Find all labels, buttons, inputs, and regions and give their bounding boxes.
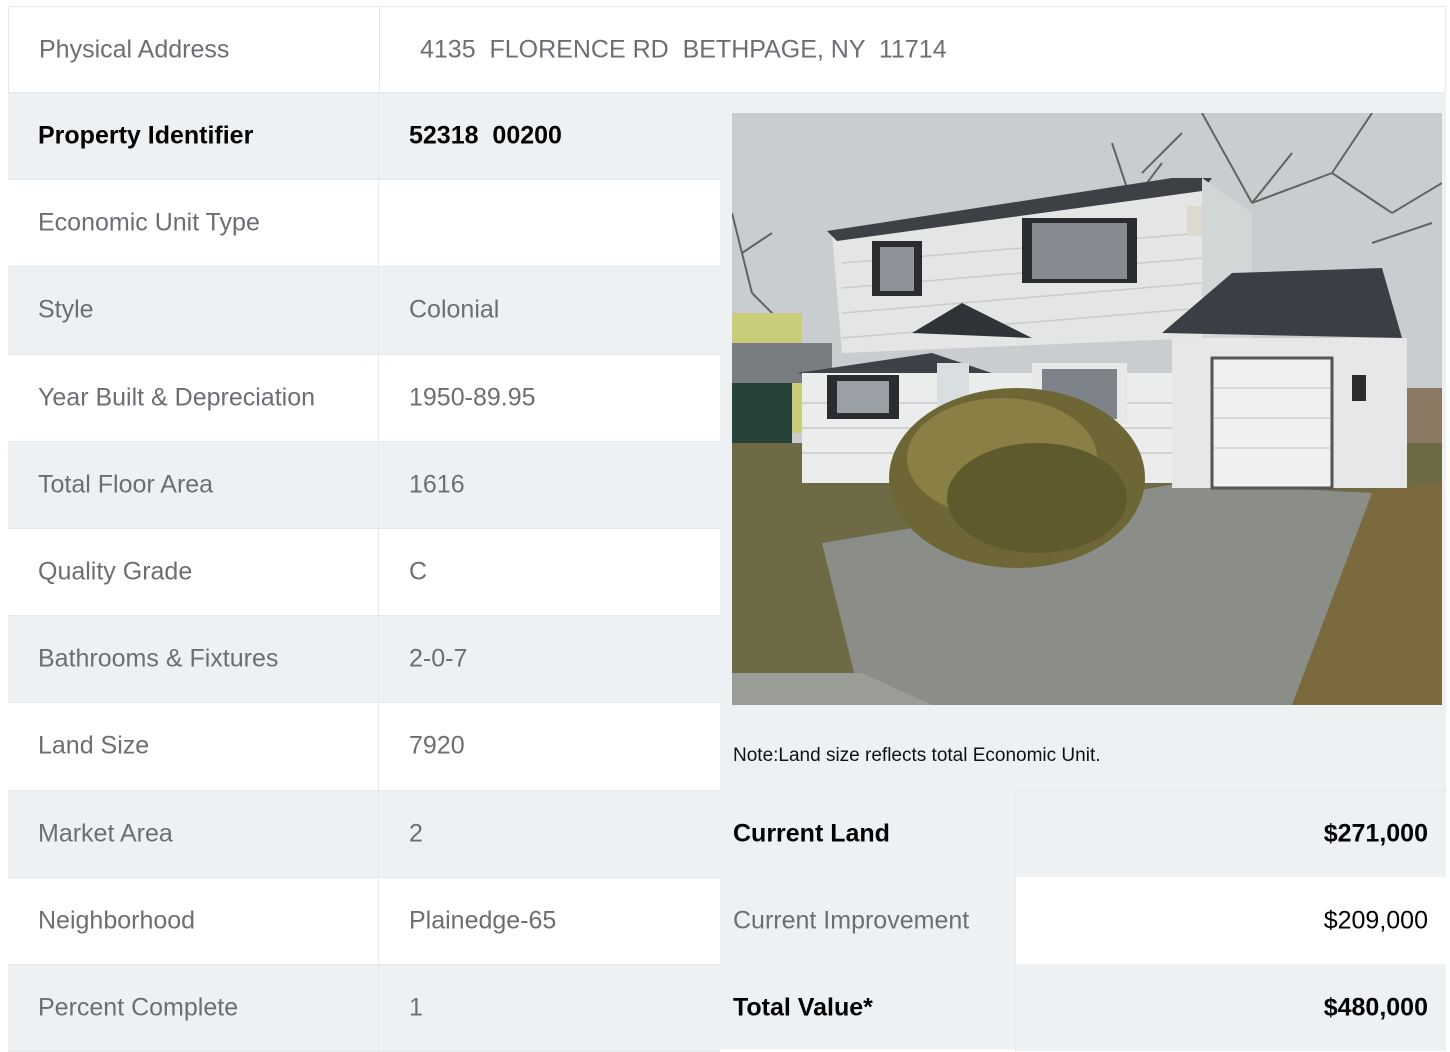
detail-row-land-size: Land Size 7920	[8, 703, 720, 791]
address-label-cell: Physical Address	[9, 7, 380, 93]
current-improvement-label: Current Improvement	[733, 906, 970, 934]
detail-label: Percent Complete	[38, 993, 239, 1022]
detail-label: Quality Grade	[38, 557, 193, 586]
detail-value: 1950-89.95	[409, 383, 536, 412]
current-improvement-row: Current Improvement $209,000	[720, 877, 1446, 964]
detail-value: 52318 00200	[409, 121, 562, 150]
detail-label: Property Identifier	[38, 121, 254, 150]
detail-value: 2-0-7	[409, 644, 468, 673]
detail-row-economic-unit-type: Economic Unit Type	[8, 180, 720, 268]
detail-value: 7920	[409, 731, 465, 760]
detail-label: Neighborhood	[38, 906, 196, 935]
property-record: Physical Address 4135 FLORENCE RD BETHPA…	[8, 6, 1448, 1052]
detail-label: Economic Unit Type	[38, 208, 260, 237]
address-label: Physical Address	[39, 35, 230, 64]
detail-row-neighborhood: Neighborhood Plainedge-65	[8, 877, 720, 965]
detail-row-market-area: Market Area 2	[8, 790, 720, 878]
current-improvement-value: $209,000	[1323, 906, 1428, 934]
address-row: Physical Address 4135 FLORENCE RD BETHPA…	[8, 6, 1446, 93]
total-value-label: Total Value*	[733, 993, 873, 1021]
property-photo	[732, 113, 1442, 705]
detail-label: Bathrooms & Fixtures	[38, 644, 279, 673]
detail-value: C	[409, 557, 428, 586]
detail-row-style: Style Colonial	[8, 267, 720, 355]
current-land-label: Current Land	[733, 819, 890, 847]
detail-row-year-built: Year Built & Depreciation 1950-89.95	[8, 354, 720, 442]
detail-row-total-floor-area: Total Floor Area 1616	[8, 441, 720, 529]
detail-label: Land Size	[38, 731, 150, 760]
current-land-row: Current Land $271,000	[720, 790, 1446, 877]
detail-label: Market Area	[38, 819, 173, 848]
total-value-row: Total Value* $480,000	[720, 964, 1446, 1051]
detail-row-quality-grade: Quality Grade C	[8, 528, 720, 617]
address-value-cell: 4135 FLORENCE RD BETHPAGE, NY 11714	[380, 7, 1445, 93]
detail-value: Colonial	[409, 295, 500, 324]
house-photo-image	[732, 113, 1442, 705]
total-value-value: $480,000	[1323, 993, 1428, 1021]
land-size-note: Note:Land size reflects total Economic U…	[733, 745, 1101, 766]
detail-row-bathrooms: Bathrooms & Fixtures 2-0-7	[8, 616, 720, 704]
detail-value: 1	[409, 993, 423, 1022]
detail-value: Plainedge-65	[409, 906, 557, 935]
detail-value: 1616	[409, 470, 465, 499]
detail-label: Style	[38, 295, 94, 324]
detail-label: Year Built & Depreciation	[38, 383, 316, 412]
detail-row-property-identifier: Property Identifier 52318 00200	[8, 93, 720, 181]
current-land-value: $271,000	[1323, 819, 1428, 848]
detail-label: Total Floor Area	[38, 470, 214, 499]
property-details-table: Property Identifier 52318 00200 Economic…	[8, 93, 720, 1052]
detail-value: 2	[409, 819, 423, 848]
address-value: 4135 FLORENCE RD BETHPAGE, NY 11714	[420, 35, 947, 64]
detail-row-percent-complete: Percent Complete 1	[8, 964, 720, 1052]
valuation-panel: Note:Land size reflects total Economic U…	[720, 93, 1446, 1051]
